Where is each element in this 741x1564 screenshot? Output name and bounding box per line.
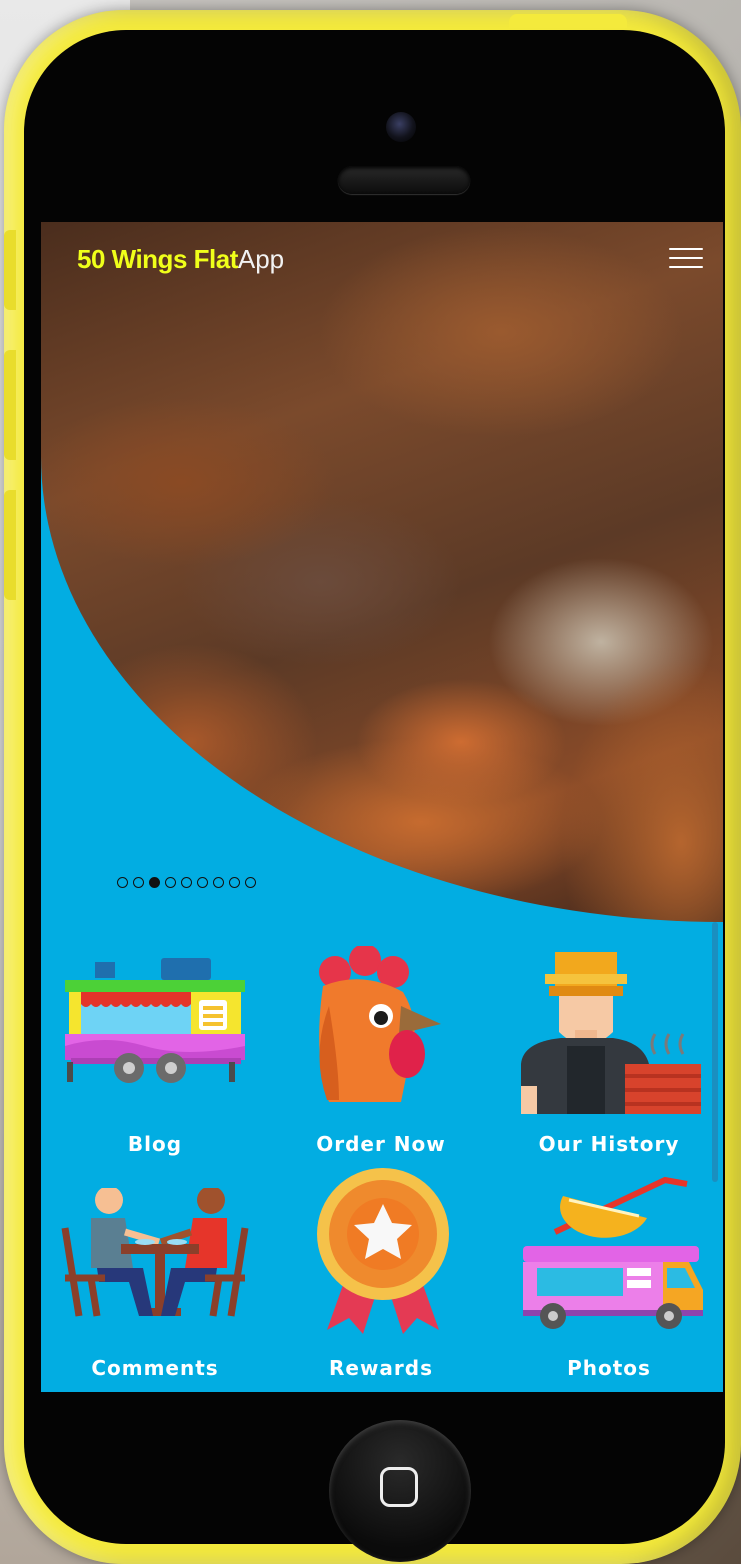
carousel-dot[interactable]: [229, 877, 240, 888]
drink-van-icon: [523, 1176, 703, 1329]
menu-item-label: Blog: [127, 1132, 183, 1156]
menu-item-label: Order Now: [316, 1132, 446, 1156]
volume-down-button: [4, 490, 16, 600]
front-camera: [386, 112, 416, 142]
menu-item-label: Our History: [538, 1132, 680, 1156]
volume-up-button: [4, 350, 16, 460]
carousel-dot[interactable]: [117, 877, 128, 888]
carousel-dot[interactable]: [181, 877, 192, 888]
hamburger-menu-icon[interactable]: [669, 248, 703, 272]
app-screen: 50 Wings FlatApp Blog Order Now Our Hist…: [41, 222, 723, 1392]
menu-item-label: Photos: [567, 1356, 651, 1380]
carousel-dots: [117, 877, 256, 888]
brand-suffix: App: [237, 244, 285, 274]
earpiece-speaker: [338, 166, 470, 194]
star-medal-icon: [317, 1168, 449, 1334]
menu-item-label: Rewards: [328, 1356, 434, 1380]
rooster-icon: [319, 946, 441, 1102]
menu-item-rewards[interactable]: Rewards: [281, 1166, 481, 1380]
mute-switch: [4, 230, 16, 310]
carousel-dot[interactable]: [213, 877, 224, 888]
carousel-dot[interactable]: [149, 877, 160, 888]
scrollbar[interactable]: [712, 922, 718, 1182]
brand-name: 50 Wings Flat: [77, 244, 238, 274]
app-brand[interactable]: 50 Wings FlatApp: [77, 244, 284, 275]
home-button[interactable]: [329, 1420, 471, 1562]
power-button: [509, 14, 627, 28]
diners-table-icon: [61, 1188, 249, 1317]
carousel-dot[interactable]: [165, 877, 176, 888]
menu-item-order-now[interactable]: Order Now: [281, 942, 481, 1162]
chef-icon: [521, 952, 701, 1114]
food-truck-icon: [65, 958, 245, 1083]
carousel-dot[interactable]: [197, 877, 208, 888]
phone-frame: 50 Wings FlatApp Blog Order Now Our Hist…: [4, 10, 741, 1564]
carousel-dot[interactable]: [133, 877, 144, 888]
home-square-icon: [380, 1467, 418, 1507]
menu-item-photos[interactable]: Photos: [509, 1166, 709, 1380]
menu-item-blog[interactable]: Blog: [55, 942, 255, 1162]
menu-item-label: Comments: [91, 1356, 219, 1380]
carousel-dot[interactable]: [245, 877, 256, 888]
menu-item-comments[interactable]: Comments: [55, 1166, 255, 1380]
menu-item-our-history[interactable]: Our History: [509, 942, 709, 1162]
hero-slider-image[interactable]: [41, 222, 723, 922]
